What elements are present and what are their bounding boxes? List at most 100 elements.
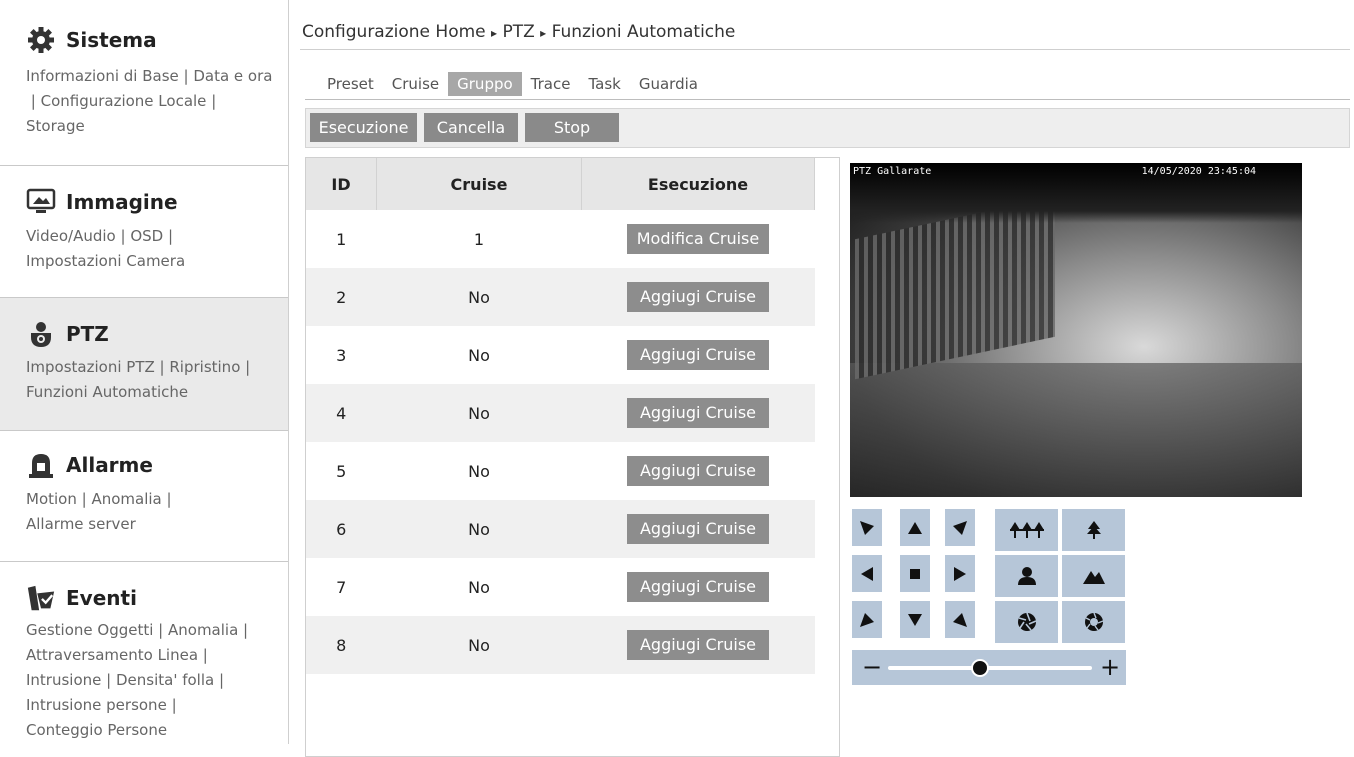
link-intrusione[interactable]: Intrusione xyxy=(26,671,101,689)
link-gestione-oggetti[interactable]: Gestione Oggetti xyxy=(26,621,153,639)
sidebar-section-sistema: Sistema Informazioni di Base | Data e or… xyxy=(0,0,288,166)
link-data-ora[interactable]: Data e ora xyxy=(193,67,272,85)
breadcrumb-ptz[interactable]: PTZ xyxy=(502,22,534,42)
aggiungi-cruise-button[interactable]: Aggiugi Cruise xyxy=(627,398,769,428)
row-cruise: No xyxy=(468,577,490,597)
arrow-up-icon xyxy=(908,521,922,534)
link-funzioni-automatiche[interactable]: Funzioni Automatiche xyxy=(26,383,188,401)
arrow-down-icon xyxy=(908,613,922,626)
table-row: 4 No Aggiugi Cruise xyxy=(306,384,815,442)
link-ripristino[interactable]: Ripristino xyxy=(169,358,240,376)
ptz-down-left-button[interactable] xyxy=(852,601,882,638)
link-impostazioni-camera[interactable]: Impostazioni Camera xyxy=(26,252,185,270)
zoom-minus-button[interactable]: − xyxy=(862,653,882,681)
iris-open-button[interactable] xyxy=(1062,601,1125,643)
table-row: 5 No Aggiugi Cruise xyxy=(306,442,815,500)
tab-bar: Preset Cruise Gruppo Trace Task Guardia xyxy=(318,72,707,96)
aggiungi-cruise-button[interactable]: Aggiugi Cruise xyxy=(627,282,769,312)
row-action-cell: Aggiugi Cruise xyxy=(582,558,815,616)
sidebar-title-immagine[interactable]: Immagine xyxy=(66,190,178,214)
sidebar-title-eventi[interactable]: Eventi xyxy=(66,586,137,610)
ptz-stop-button[interactable] xyxy=(900,555,930,592)
link-allarme-server[interactable]: Allarme server xyxy=(26,515,136,533)
sidebar-title-allarme[interactable]: Allarme xyxy=(66,453,153,477)
ptz-up-button[interactable] xyxy=(900,509,930,546)
table-row: 3 No Aggiugi Cruise xyxy=(306,326,815,384)
tab-cruise[interactable]: Cruise xyxy=(383,72,448,96)
table-row: 8 No Aggiugi Cruise xyxy=(306,616,815,674)
ptz-up-right-button[interactable] xyxy=(945,509,975,546)
zoom-slider: − + xyxy=(852,650,1126,685)
zoom-slider-track[interactable] xyxy=(888,666,1092,670)
link-motion[interactable]: Motion xyxy=(26,490,77,508)
aggiungi-cruise-button[interactable]: Aggiugi Cruise xyxy=(627,340,769,370)
table-row: 2 No Aggiugi Cruise xyxy=(306,268,815,326)
row-action-cell: Aggiugi Cruise xyxy=(582,326,815,384)
focus-far-button[interactable] xyxy=(1062,555,1125,597)
ptz-down-button[interactable] xyxy=(900,601,930,638)
ptz-up-left-button[interactable] xyxy=(852,509,882,546)
aggiungi-cruise-button[interactable]: Aggiugi Cruise xyxy=(627,456,769,486)
zoom-tele-button[interactable] xyxy=(1062,509,1125,551)
link-informazioni-base[interactable]: Informazioni di Base xyxy=(26,67,179,85)
row-action-cell: Aggiugi Cruise xyxy=(581,268,815,326)
zoom-wide-button[interactable] xyxy=(995,509,1058,551)
row-id: 2 xyxy=(306,268,377,326)
row-cruise: No xyxy=(376,616,582,674)
arrow-down-right-icon xyxy=(953,612,967,627)
arrow-left-icon xyxy=(861,566,873,581)
focus-near-button[interactable] xyxy=(995,555,1058,597)
modifica-cruise-button[interactable]: Modifica Cruise xyxy=(627,224,769,254)
sidebar-title-ptz[interactable]: PTZ xyxy=(66,322,109,346)
tab-gruppo[interactable]: Gruppo xyxy=(448,72,522,96)
link-densita-folla[interactable]: Densita' folla xyxy=(116,671,214,689)
table-row: 6 No Aggiugi Cruise xyxy=(306,500,815,558)
ptz-down-right-button[interactable] xyxy=(945,601,975,638)
link-video-audio[interactable]: Video/Audio xyxy=(26,227,116,245)
sidebar-links-allarme: Motion | Anomalia | Allarme server xyxy=(26,490,172,533)
row-cruise: 1 xyxy=(473,229,485,249)
sidebar-links-immagine: Video/Audio | OSD | Impostazioni Camera xyxy=(26,227,186,270)
stop-button[interactable]: Stop xyxy=(525,113,619,142)
divider xyxy=(300,49,1350,50)
iris-close-button[interactable] xyxy=(995,601,1058,643)
arrow-right-icon xyxy=(954,566,966,581)
events-icon xyxy=(26,584,56,612)
zoom-slider-handle[interactable] xyxy=(970,659,989,677)
esecuzione-button[interactable]: Esecuzione xyxy=(310,113,417,142)
osd-timestamp: 14/05/2020 23:45:04 xyxy=(1141,166,1256,177)
ptz-left-button[interactable] xyxy=(852,555,882,592)
breadcrumb-home[interactable]: Configurazione Home xyxy=(302,22,486,42)
cancella-button[interactable]: Cancella xyxy=(424,113,518,142)
aggiungi-cruise-button[interactable]: Aggiugi Cruise xyxy=(627,514,769,544)
row-id: 1 xyxy=(336,229,347,249)
column-header-esecuzione: Esecuzione xyxy=(581,158,815,210)
link-intrusione-persone[interactable]: Intrusione persone xyxy=(26,696,167,714)
link-attraversamento-linea[interactable]: Attraversamento Linea xyxy=(26,646,198,664)
link-anomalia-allarme[interactable]: Anomalia xyxy=(91,490,161,508)
ptz-right-button[interactable] xyxy=(945,555,975,592)
tab-task[interactable]: Task xyxy=(579,72,629,96)
link-osd[interactable]: OSD xyxy=(130,227,163,245)
tab-preset[interactable]: Preset xyxy=(318,72,383,96)
row-action-cell: Aggiugi Cruise xyxy=(581,616,815,674)
row-cruise: No xyxy=(468,461,490,481)
link-conteggio-persone[interactable]: Conteggio Persone xyxy=(26,721,167,739)
focus-person-icon xyxy=(1017,567,1036,585)
link-storage[interactable]: Storage xyxy=(26,117,85,135)
tab-trace[interactable]: Trace xyxy=(522,72,580,96)
aggiungi-cruise-button[interactable]: Aggiugi Cruise xyxy=(627,630,769,660)
live-video-view[interactable]: PTZ Gallarate 14/05/2020 23:45:04 xyxy=(850,163,1302,497)
sidebar-title-sistema[interactable]: Sistema xyxy=(66,28,157,52)
breadcrumb-current: Funzioni Automatiche xyxy=(551,22,736,42)
osd-camera-name: PTZ Gallarate xyxy=(853,166,932,177)
zoom-in-tree-icon xyxy=(1086,521,1101,539)
link-configurazione-locale[interactable]: Configurazione Locale xyxy=(41,92,207,110)
tab-guardia[interactable]: Guardia xyxy=(630,72,707,96)
iris-close-icon xyxy=(1017,612,1036,631)
zoom-plus-button[interactable]: + xyxy=(1100,653,1120,681)
aggiungi-cruise-button[interactable]: Aggiugi Cruise xyxy=(627,572,769,602)
link-impostazioni-ptz[interactable]: Impostazioni PTZ xyxy=(26,358,155,376)
link-anomalia-eventi[interactable]: Anomalia xyxy=(168,621,238,639)
row-id: 6 xyxy=(306,500,377,558)
